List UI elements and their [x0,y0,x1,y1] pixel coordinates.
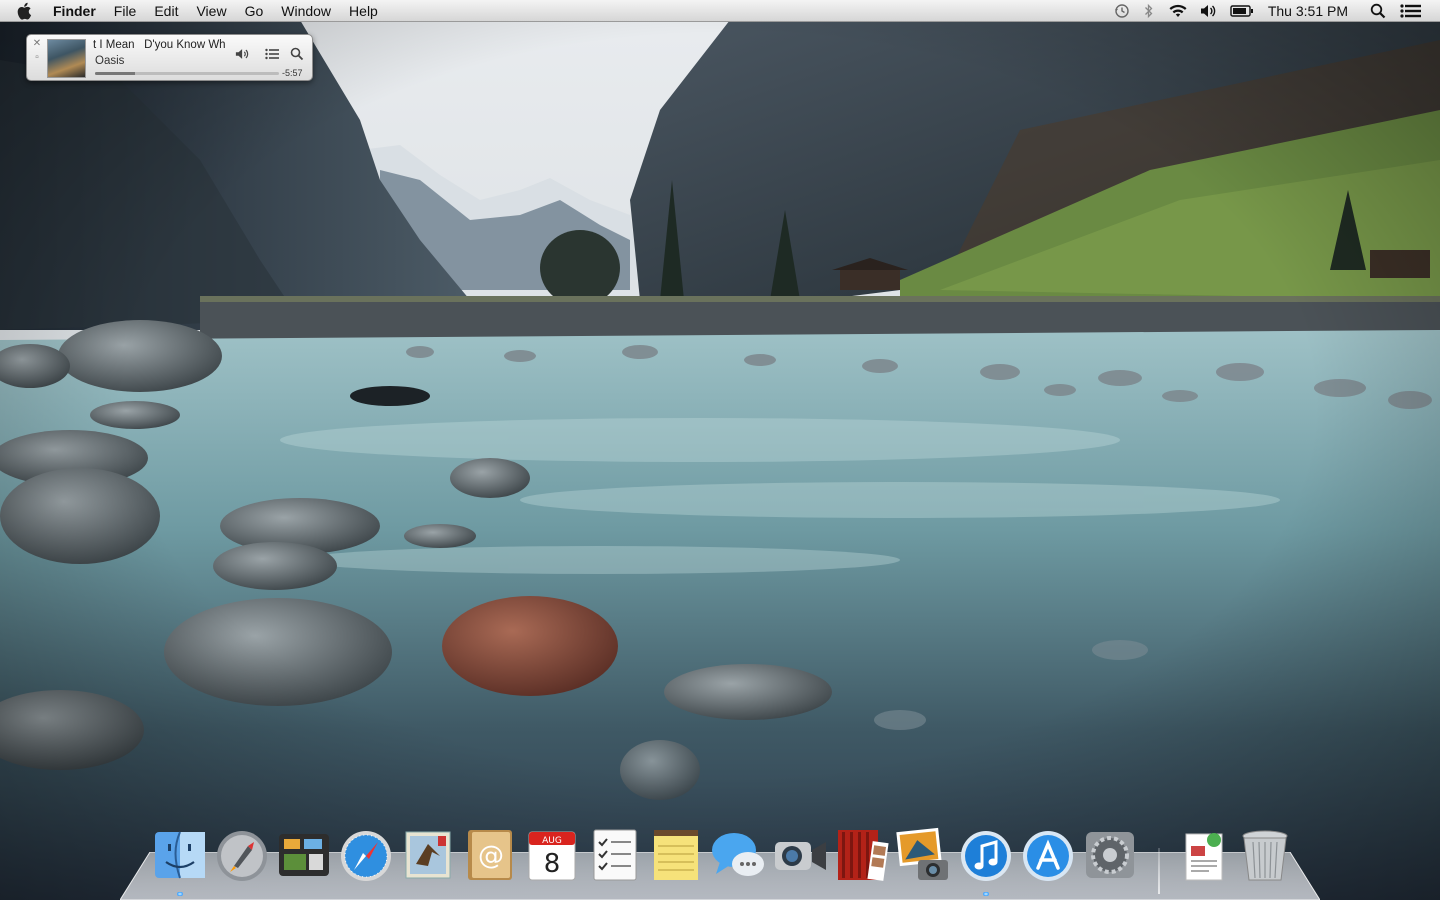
volume-icon[interactable] [235,47,251,61]
calendar-month-label: AUG [542,836,562,846]
menu-window[interactable]: Window [281,0,331,22]
apple-menu-icon[interactable] [17,1,37,21]
trash-icon[interactable] [1237,826,1293,884]
finder-icon[interactable] [152,826,208,884]
track-title: t I Mean D'you Know Wh [93,39,226,51]
time-remaining: -5:57 [282,68,303,78]
facetime-icon[interactable] [772,826,828,884]
mini-player-switch-button[interactable]: ▫ [32,53,42,63]
mission-control-icon[interactable] [276,826,332,884]
wifi-icon[interactable] [1168,0,1188,22]
volume-icon[interactable] [1200,0,1218,22]
desktop-wallpaper [0,0,1440,900]
album-artwork[interactable] [47,39,86,78]
track-artist: Oasis [95,55,125,67]
reminders-icon[interactable] [586,826,642,884]
up-next-list-icon[interactable] [264,47,280,61]
menu-help[interactable]: Help [349,0,378,22]
menu-bar: Finder File Edit View Go Window Help Thu… [0,0,1440,22]
calendar-day-label: 8 [544,849,561,879]
app-store-icon[interactable] [1020,826,1076,884]
iphoto-icon[interactable] [896,826,952,884]
notification-center-icon[interactable] [1400,0,1422,22]
app-menu-finder[interactable]: Finder [53,0,96,22]
contacts-icon[interactable]: @ [462,826,518,884]
photo-booth-icon[interactable] [834,826,890,884]
spotlight-icon[interactable] [1370,0,1386,22]
search-icon[interactable] [289,47,305,61]
itunes-mini-player: ✕ ▫ t I Mean D'you Know Wh Oasis -5:57 [26,34,313,81]
system-preferences-icon[interactable] [1082,826,1138,884]
menu-extras: Thu 3:51 PM [1114,0,1440,22]
menu-go[interactable]: Go [245,0,264,22]
calendar-icon[interactable]: AUG 8 [524,826,580,884]
bluetooth-icon[interactable] [1144,0,1154,22]
menu-file[interactable]: File [114,0,137,22]
playback-progress-fill [95,72,136,75]
mini-player-close-button[interactable]: ✕ [32,39,42,49]
time-machine-icon[interactable] [1114,0,1130,22]
menu-clock[interactable]: Thu 3:51 PM [1268,3,1348,19]
battery-icon[interactable] [1230,0,1254,22]
documents-stack-icon[interactable] [1176,826,1232,884]
menu-edit[interactable]: Edit [154,0,178,22]
menu-view[interactable]: View [196,0,226,22]
svg-text:@: @ [478,841,504,871]
playback-progress-bar[interactable] [95,72,279,75]
mail-icon[interactable] [400,826,456,884]
itunes-icon[interactable] [958,826,1014,884]
notes-icon[interactable] [648,826,704,884]
messages-icon[interactable] [710,826,766,884]
launchpad-icon[interactable] [214,826,270,884]
safari-icon[interactable] [338,826,394,884]
